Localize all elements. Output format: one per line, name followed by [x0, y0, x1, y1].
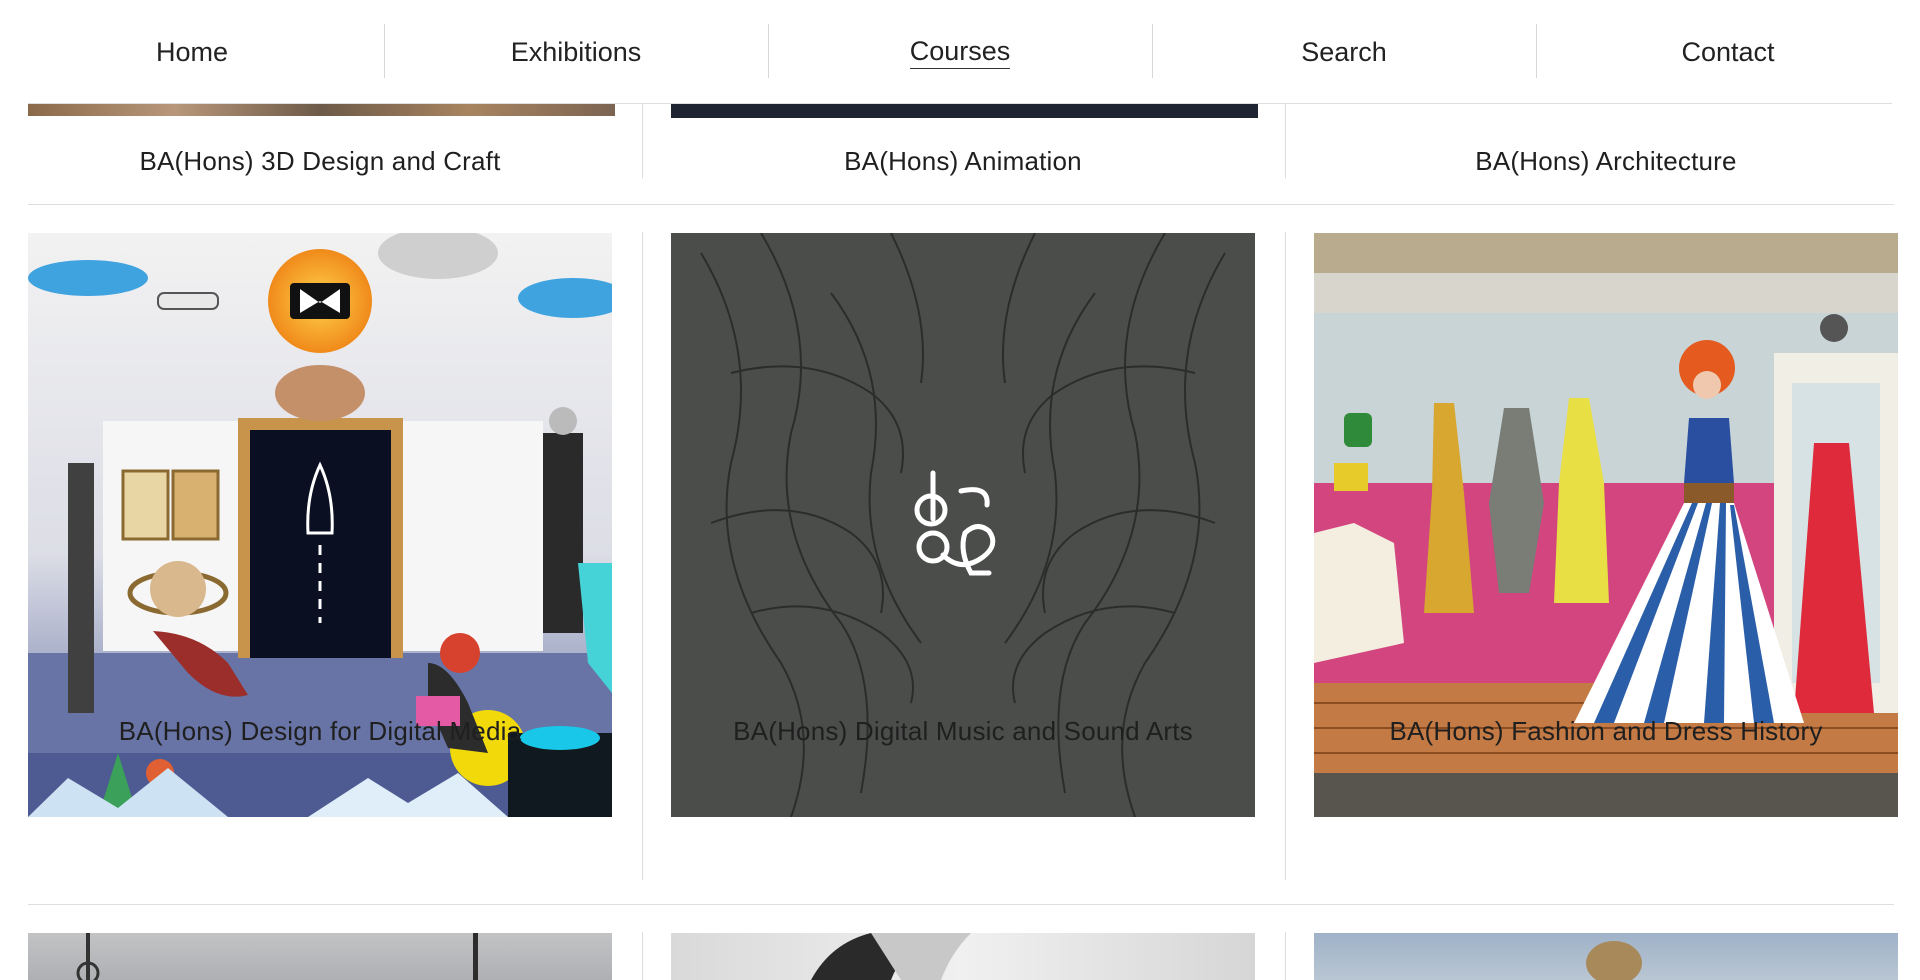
nav-contact[interactable]: Contact [1536, 0, 1920, 104]
course-title-digital-music[interactable]: BA(Hons) Digital Music and Sound Arts [671, 716, 1255, 747]
column-divider [1285, 232, 1286, 880]
next-course-image-1-graphic [76, 933, 478, 980]
column-divider [642, 932, 643, 980]
course-title-fashion-history[interactable]: BA(Hons) Fashion and Dress History [1314, 716, 1898, 747]
next-course-image-2-graphic [811, 933, 971, 980]
nav-contact-label: Contact [1681, 36, 1775, 67]
row-divider [28, 204, 1894, 205]
course-title-3d-design[interactable]: BA(Hons) 3D Design and Craft [28, 146, 612, 177]
next-course-image-3-graphic [1586, 941, 1642, 980]
next-course-image-3[interactable] [1314, 933, 1898, 980]
nav-courses[interactable]: Courses [768, 0, 1152, 104]
column-divider [642, 104, 643, 178]
nav-exhibitions-label: Exhibitions [510, 36, 642, 67]
row-divider [28, 904, 1894, 905]
column-divider [1285, 104, 1286, 178]
next-course-image-2[interactable] [671, 933, 1255, 980]
nav-courses-label: Courses [909, 36, 1011, 69]
top-navigation: Home Exhibitions Courses Search Contact [0, 0, 1920, 104]
column-divider [642, 232, 643, 880]
animation-image-bottom[interactable] [671, 104, 1258, 118]
nav-search-label: Search [1301, 36, 1387, 67]
nav-search[interactable]: Search [1152, 0, 1536, 104]
3d-design-image-bottom[interactable] [28, 104, 615, 116]
nav-home-label: Home [155, 36, 229, 67]
nav-home[interactable]: Home [0, 0, 384, 104]
course-title-architecture[interactable]: BA(Hons) Architecture [1314, 146, 1898, 177]
column-divider [1285, 932, 1286, 980]
course-title-digital-media[interactable]: BA(Hons) Design for Digital Media [28, 716, 612, 747]
nav-divider [28, 103, 1892, 104]
next-course-image-1[interactable] [28, 933, 612, 980]
nav-exhibitions[interactable]: Exhibitions [384, 0, 768, 104]
course-title-animation[interactable]: BA(Hons) Animation [671, 146, 1255, 177]
